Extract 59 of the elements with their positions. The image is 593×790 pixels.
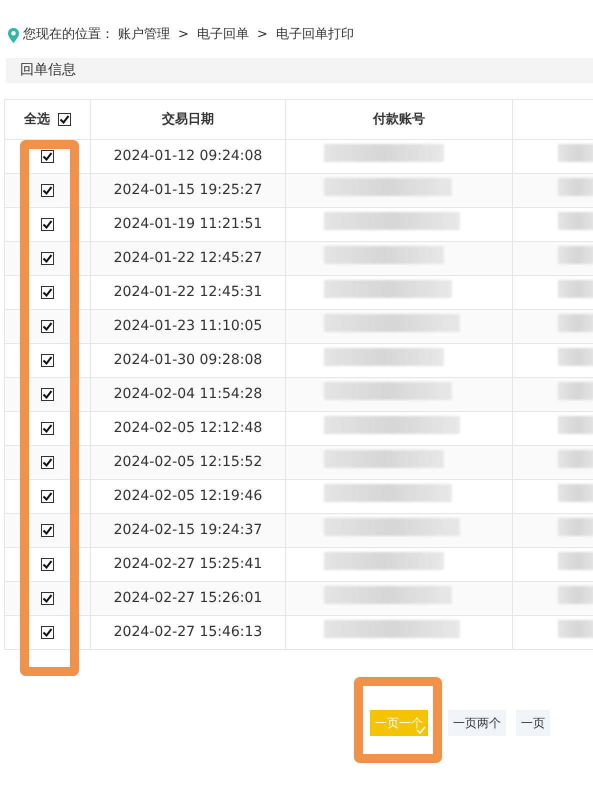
checkbox[interactable] bbox=[58, 112, 71, 126]
date-cell: 2024-02-27 15:46:13 bbox=[114, 624, 262, 640]
date-cell: 2024-01-22 12:45:27 bbox=[114, 250, 262, 266]
breadcrumb-separator: > bbox=[178, 26, 189, 44]
layout-option[interactable]: 一页两个 bbox=[448, 710, 506, 736]
breadcrumb-label: 您现在的位置： bbox=[23, 26, 114, 44]
breadcrumb-current: 电子回单打印 bbox=[276, 26, 354, 44]
date-cell: 2024-02-04 11:54:28 bbox=[114, 386, 262, 402]
checkbox[interactable] bbox=[41, 592, 54, 605]
breadcrumb-link[interactable]: 电子回单 bbox=[196, 25, 249, 45]
checkbox[interactable] bbox=[41, 252, 54, 265]
date-cell: 2024-01-15 19:25:27 bbox=[114, 182, 262, 198]
column-header: 全选 bbox=[24, 112, 50, 127]
date-cell: 2024-02-27 15:25:41 bbox=[114, 556, 262, 572]
redacted-block bbox=[558, 484, 593, 502]
column-header: 交易日期 bbox=[162, 112, 214, 127]
layout-option[interactable]: 一页 bbox=[516, 710, 550, 736]
breadcrumb-link[interactable]: 账户管理 bbox=[118, 25, 170, 45]
checkbox[interactable] bbox=[41, 524, 54, 537]
date-cell: 2024-01-19 11:21:51 bbox=[114, 216, 262, 232]
date-cell: 2024-02-05 12:12:48 bbox=[114, 420, 262, 436]
checkbox[interactable] bbox=[41, 286, 54, 299]
breadcrumb-separator: > bbox=[256, 26, 268, 44]
checkbox[interactable] bbox=[41, 354, 54, 367]
date-cell: 2024-02-27 15:26:01 bbox=[114, 590, 262, 606]
redacted-block bbox=[558, 416, 593, 434]
date-cell: 2024-01-12 09:24:08 bbox=[114, 148, 262, 164]
redacted-block bbox=[558, 178, 593, 196]
redacted-block bbox=[558, 348, 593, 366]
checkbox[interactable] bbox=[41, 150, 54, 163]
date-cell: 2024-01-22 12:45:31 bbox=[114, 284, 262, 300]
date-cell: 2024-02-05 12:15:52 bbox=[114, 454, 262, 470]
redacted-block bbox=[558, 450, 593, 468]
redacted-block bbox=[558, 212, 593, 230]
date-cell: 2024-01-23 11:10:05 bbox=[114, 318, 262, 334]
date-cell: 2024-02-05 12:19:46 bbox=[114, 488, 262, 504]
checkbox[interactable] bbox=[41, 184, 54, 197]
checkbox[interactable] bbox=[41, 626, 54, 639]
redacted-block bbox=[558, 552, 593, 570]
checkbox[interactable] bbox=[41, 456, 54, 469]
redacted-block bbox=[558, 586, 593, 604]
column-header: 付款账号 bbox=[373, 112, 425, 127]
redacted-block bbox=[558, 144, 593, 162]
redacted-block bbox=[558, 620, 593, 638]
checkbox[interactable] bbox=[41, 490, 54, 503]
checkbox[interactable] bbox=[41, 388, 54, 401]
section-header: 回单信息 bbox=[6, 58, 593, 83]
checkbox[interactable] bbox=[41, 558, 54, 571]
checkbox[interactable] bbox=[41, 320, 54, 333]
date-cell: 2024-02-15 19:24:37 bbox=[114, 522, 262, 538]
date-cell: 2024-01-30 09:28:08 bbox=[114, 352, 262, 368]
redacted-block bbox=[558, 314, 593, 332]
checkbox[interactable] bbox=[41, 218, 54, 231]
redacted-block bbox=[558, 246, 593, 264]
checkbox[interactable] bbox=[41, 422, 54, 435]
location-pin-icon bbox=[8, 28, 19, 42]
redacted-block bbox=[558, 518, 593, 536]
redacted-block bbox=[558, 280, 593, 298]
redacted-block bbox=[558, 382, 593, 400]
